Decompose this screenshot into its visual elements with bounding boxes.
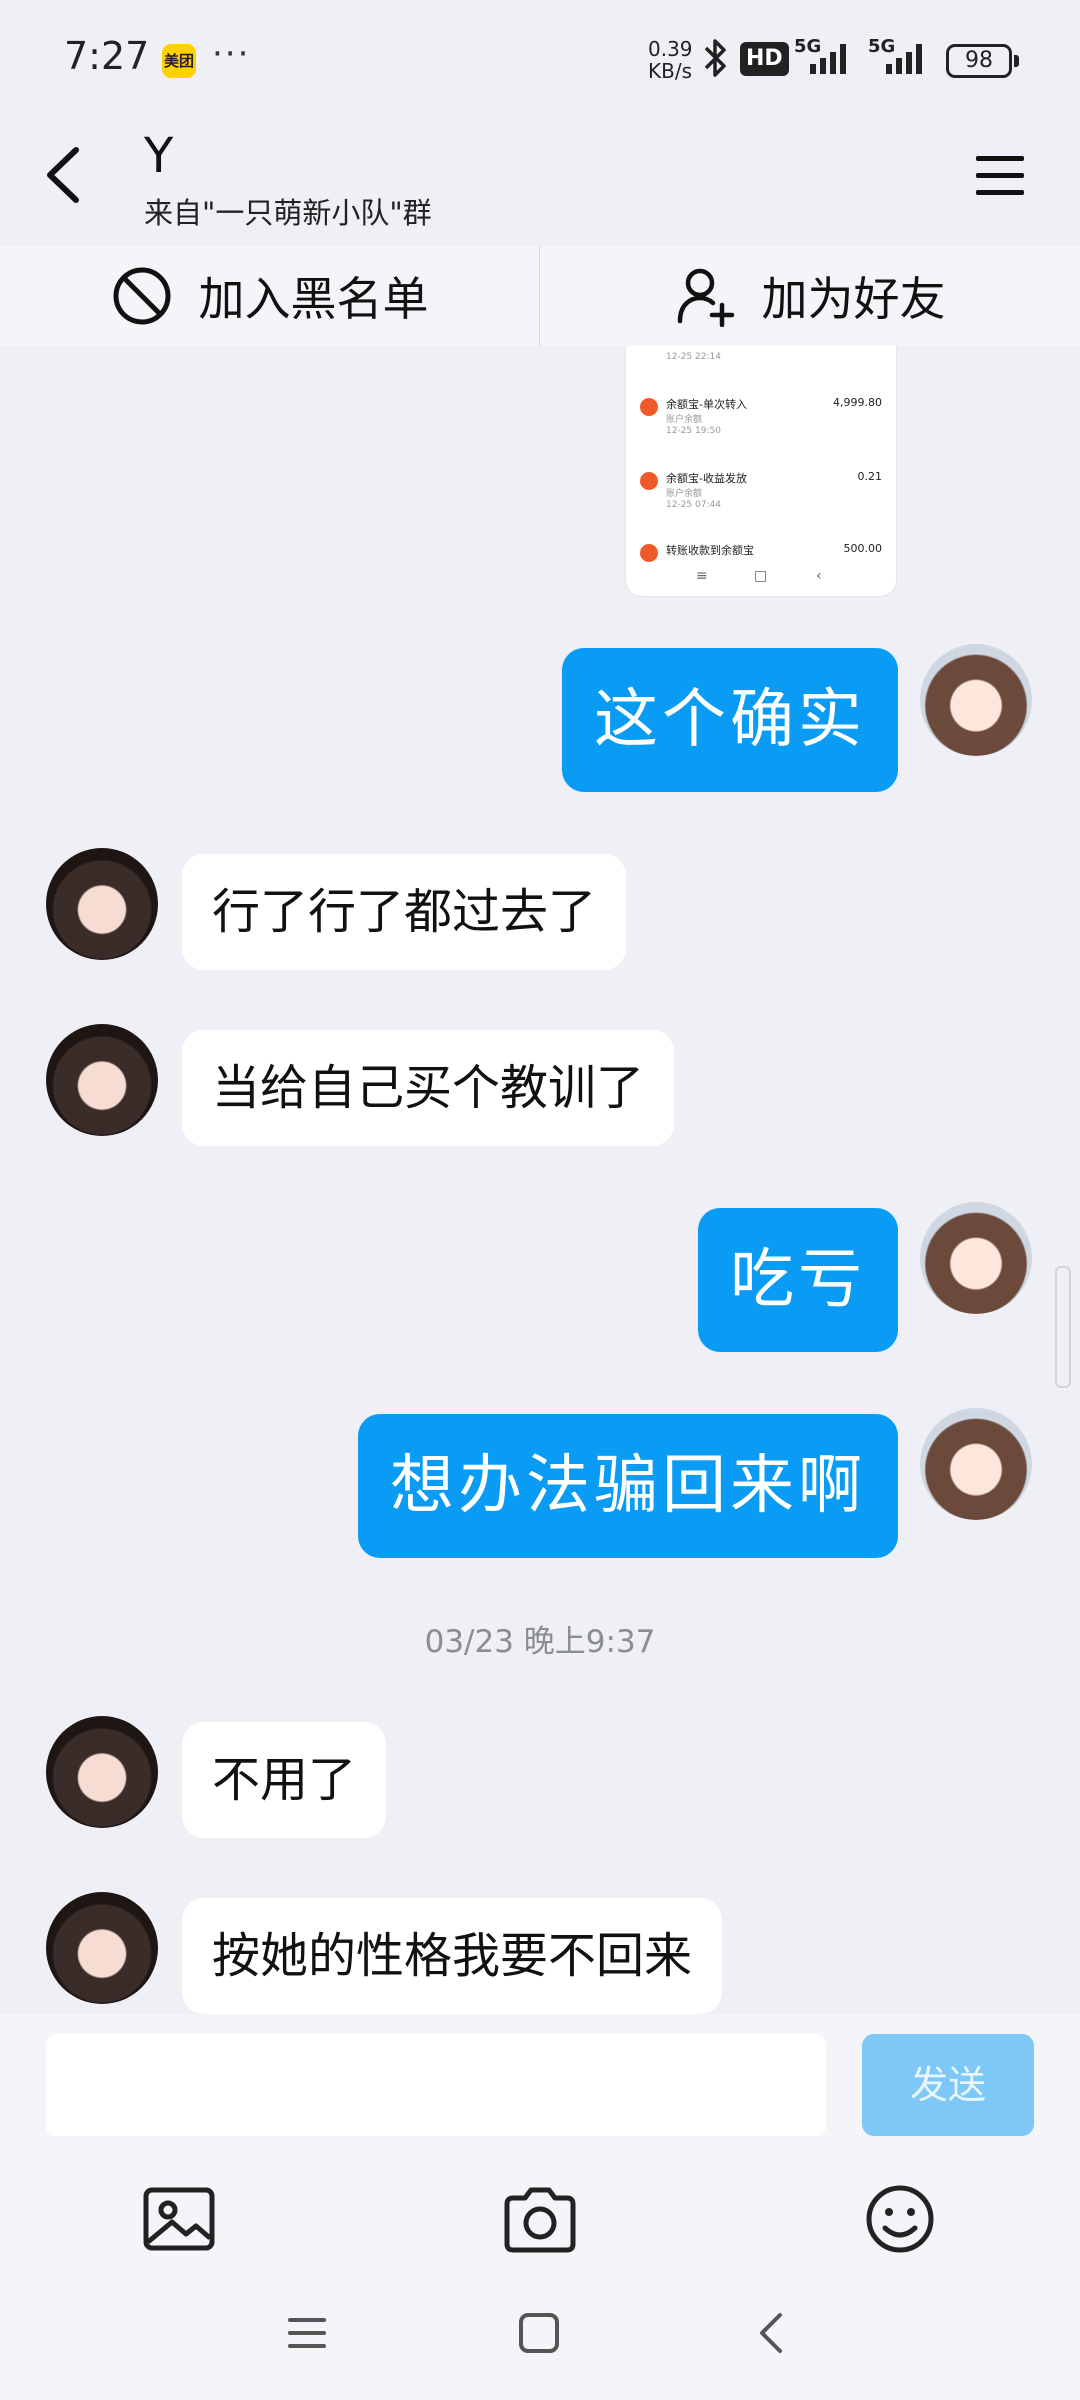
my-avatar[interactable]: [920, 644, 1032, 756]
row-amount: 500.00: [843, 542, 883, 555]
outgoing-message[interactable]: 吃亏: [698, 1208, 898, 1352]
block-button[interactable]: 加入黑名单: [0, 246, 539, 346]
incoming-message[interactable]: 当给自己买个教训了: [182, 1030, 675, 1146]
row-sub: 账户余额: [666, 415, 703, 425]
contact-avatar[interactable]: [46, 1892, 158, 2004]
chat-header: Y 来自"一只萌新小队"群: [0, 120, 1080, 246]
alipay-icon: [640, 472, 658, 490]
my-avatar[interactable]: [920, 1408, 1032, 1520]
image-icon[interactable]: [134, 2174, 224, 2264]
status-bar: 7:27 美团 ··· 0.39 KB/s HD 5G 5G 98: [0, 0, 1080, 120]
meituan-app-icon: 美团: [162, 44, 196, 78]
back-icon: ‹: [816, 568, 822, 584]
add-user-icon: [677, 268, 734, 327]
row-time: 12-25 19:50: [666, 426, 721, 436]
contact-avatar[interactable]: [46, 1024, 158, 1136]
hamburger-menu-icon[interactable]: [970, 146, 1030, 206]
hd-voice-badge: HD: [740, 42, 789, 76]
alipay-icon: [640, 544, 658, 562]
message-input[interactable]: [46, 2034, 826, 2136]
outgoing-message[interactable]: 这个确实: [562, 648, 898, 792]
screenshot-nav-bar: ≡ □ ‹: [626, 568, 896, 592]
chevron-left-icon[interactable]: [36, 140, 96, 210]
row-title: 余额宝-单次转入: [666, 398, 747, 411]
menu-icon[interactable]: [284, 2310, 330, 2356]
row-amount: 4,999.80: [833, 396, 882, 409]
signal-icon: [810, 44, 846, 74]
chat-subtitle: 来自"一只萌新小队"群: [144, 196, 432, 230]
block-icon: [113, 267, 170, 325]
bluetooth-icon: [704, 39, 726, 77]
battery-icon: 98: [946, 44, 1019, 78]
shared-screenshot-image[interactable]: 12-25 22:14 余额宝-单次转入 账户余额 12-25 19:50 4,…: [626, 346, 896, 596]
system-nav-bar: [0, 2270, 1080, 2400]
menu-icon: ≡: [696, 568, 708, 584]
home-icon[interactable]: [516, 2310, 562, 2356]
list-item: 余额宝-收益发放 账户余额 12-25 07:44 0.21: [640, 464, 882, 524]
incoming-message[interactable]: 不用了: [182, 1722, 387, 1838]
row-time: 12-25 07:44: [666, 500, 721, 510]
add-friend-button[interactable]: 加为好友: [540, 246, 1079, 346]
contact-avatar[interactable]: [46, 848, 158, 960]
chat-title: Y: [144, 128, 174, 184]
signal-icon: [886, 44, 922, 74]
row-sub: 账户余额: [666, 489, 703, 499]
home-icon: □: [754, 568, 768, 584]
row-title: 余额宝-收益发放: [666, 472, 747, 485]
stranger-action-bar: 加入黑名单 加为好友: [0, 246, 1080, 346]
alipay-icon: [640, 398, 658, 416]
status-time: 7:27: [64, 34, 150, 78]
block-label: 加入黑名单: [198, 272, 429, 326]
back-icon[interactable]: [750, 2310, 796, 2356]
scrollbar-thumb[interactable]: [1055, 1266, 1071, 1388]
emoji-icon[interactable]: [855, 2174, 945, 2264]
row-title: 转账收款到余额宝: [666, 544, 754, 557]
send-button[interactable]: 发送: [862, 2034, 1034, 2136]
add-friend-label: 加为好友: [761, 272, 946, 326]
my-avatar[interactable]: [920, 1202, 1032, 1314]
incoming-message[interactable]: 按她的性格我要不回来: [182, 1898, 723, 2014]
contact-avatar[interactable]: [46, 1716, 158, 1828]
camera-icon[interactable]: [495, 2174, 585, 2264]
message-timestamp: 03/23 晚上9:37: [424, 1624, 656, 1660]
outgoing-message[interactable]: 想办法骗回来啊: [358, 1414, 898, 1558]
incoming-message[interactable]: 行了行了都过去了: [182, 854, 627, 970]
row-amount: 0.21: [857, 470, 883, 483]
message-list[interactable]: 12-25 22:14 余额宝-单次转入 账户余额 12-25 19:50 4,…: [0, 346, 1080, 2014]
row-time: 12-25 22:14: [666, 352, 721, 362]
more-notifications-icon: ···: [212, 34, 251, 74]
list-item: 余额宝-单次转入 账户余额 12-25 19:50 4,999.80: [640, 390, 882, 450]
